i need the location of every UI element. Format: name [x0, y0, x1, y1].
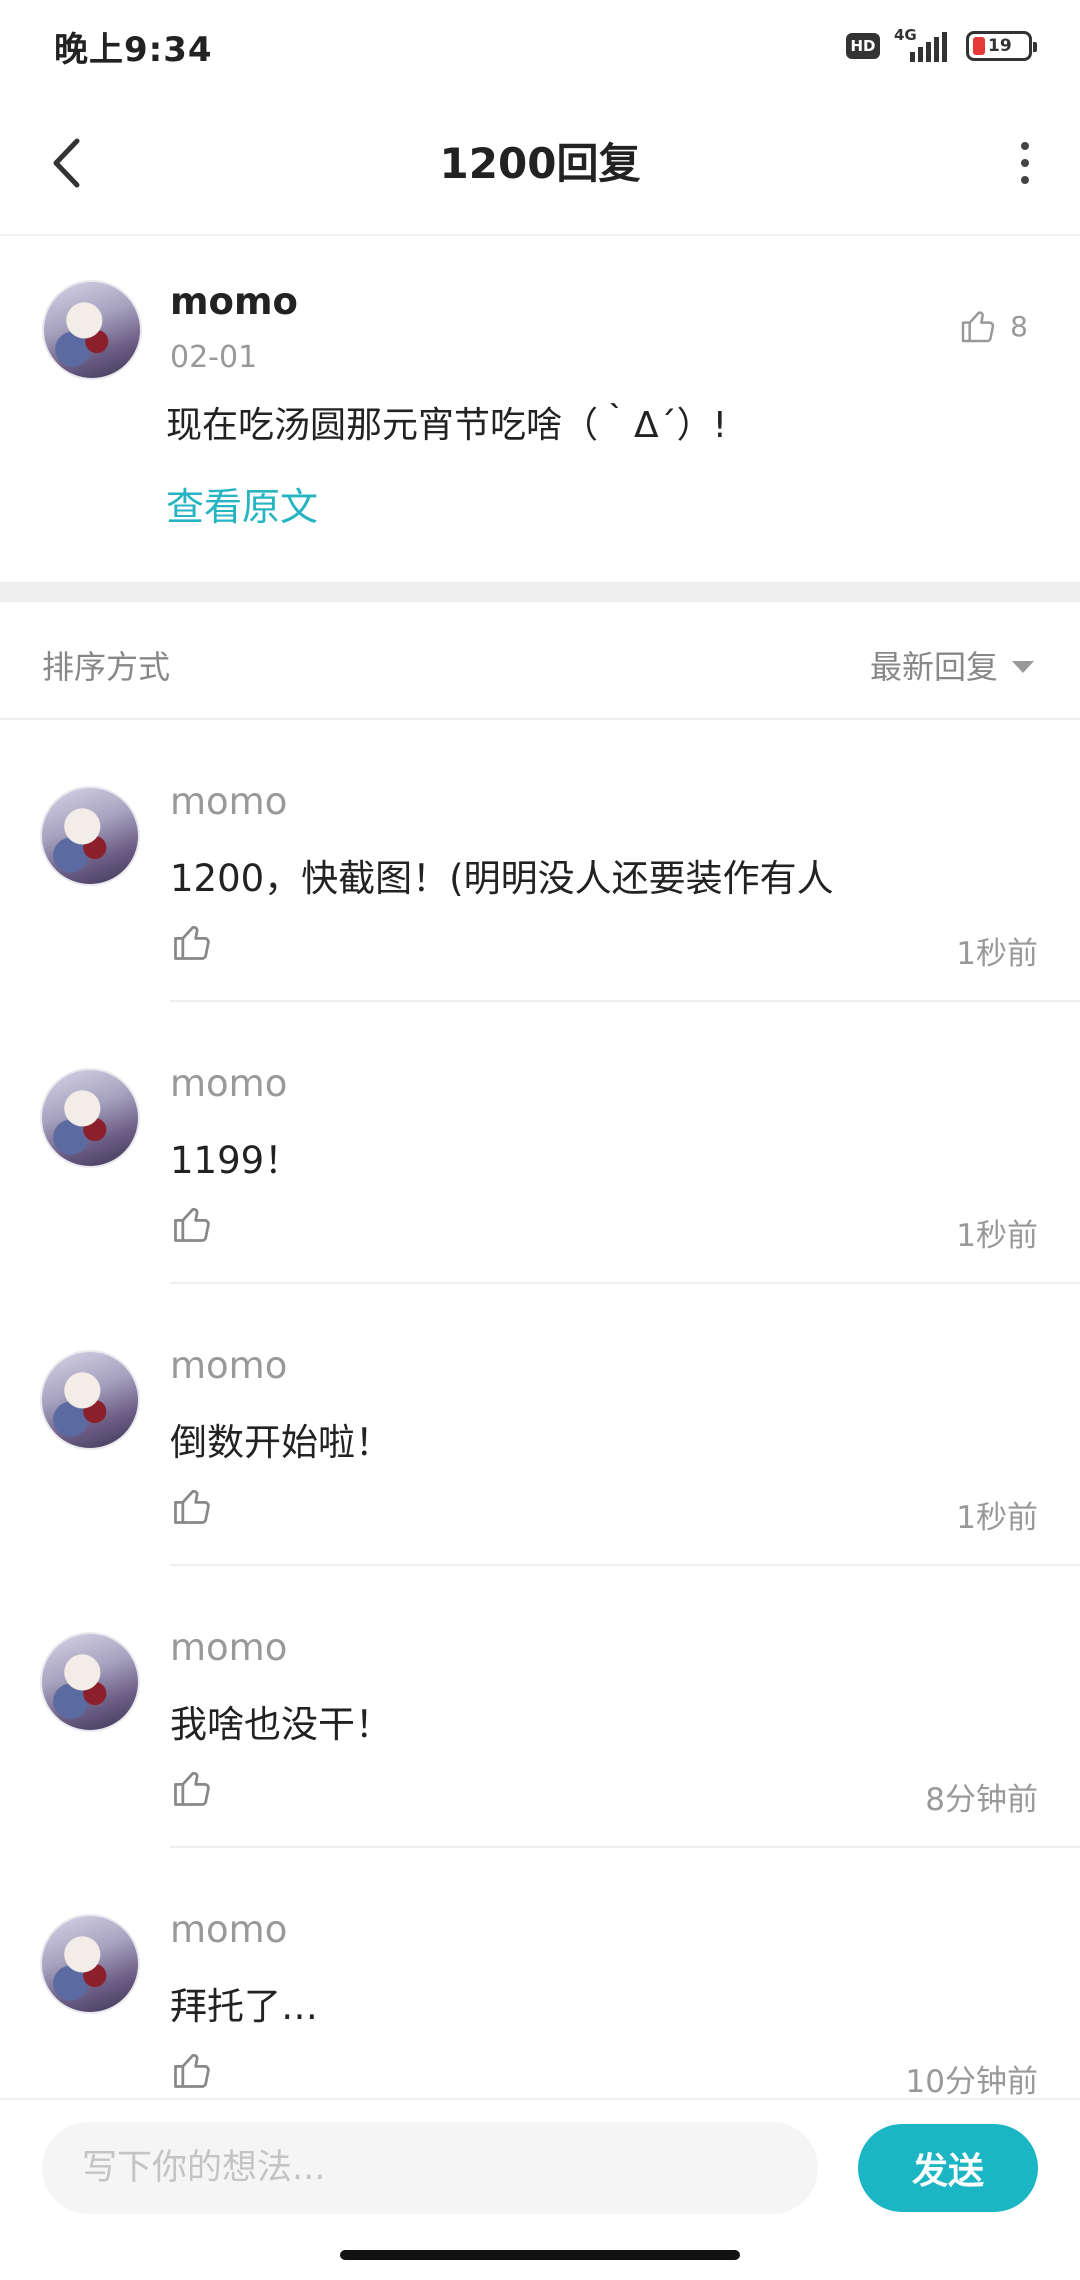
avatar[interactable] — [40, 1914, 140, 2014]
sort-dropdown[interactable]: 最新回复 — [870, 642, 1034, 688]
thumbs-up-icon — [174, 925, 210, 960]
status-time: 晚上9:34 — [54, 30, 213, 70]
more-dot-icon — [1021, 159, 1029, 167]
post-like-count: 8 — [1010, 309, 1028, 343]
send-button[interactable]: 发送 — [858, 2124, 1038, 2212]
more-dot-icon — [1021, 142, 1029, 150]
hd-icon: HD — [846, 33, 880, 59]
reply-like-button[interactable] — [170, 2048, 214, 2092]
reply-item: momo 我啥也没干！ 8分钟前 — [0, 1566, 1080, 1848]
reply-time: 1秒前 — [956, 936, 1038, 972]
post-username[interactable]: momo — [170, 280, 298, 323]
comment-composer: 发送 — [0, 2098, 1080, 2238]
original-post: momo 02-01 8 现在吃汤圆那元宵节吃啥（｀Δ´）! 查看原文 — [0, 236, 1080, 582]
reply-username[interactable]: momo — [170, 1344, 287, 1387]
avatar[interactable] — [40, 786, 140, 886]
sort-bar: 排序方式 最新回复 — [0, 602, 1080, 720]
avatar[interactable] — [40, 1068, 140, 1168]
status-icons: HD 4G 19 — [846, 26, 1037, 66]
post-content: 现在吃汤圆那元宵节吃啥（｀Δ´）! — [166, 405, 728, 446]
nav-bar: 1200回复 — [0, 90, 1080, 236]
reply-item: momo 倒数开始啦！ 1秒前 — [0, 1284, 1080, 1566]
reply-time: 8分钟前 — [925, 1782, 1038, 1818]
thumbs-up-icon — [174, 1771, 210, 1806]
reply-item: momo 拜托了… 10分钟前 — [0, 1848, 1080, 2098]
reply-time: 1秒前 — [956, 1500, 1038, 1536]
reply-text: 1200，快截图！(明明没人还要装作有人 — [170, 857, 834, 900]
reply-item: momo 1200，快截图！(明明没人还要装作有人 1秒前 — [0, 720, 1080, 1002]
thumbs-up-icon — [174, 1207, 210, 1242]
avatar[interactable] — [42, 280, 142, 380]
sort-label: 排序方式 — [42, 648, 171, 686]
thumbs-up-icon — [961, 311, 995, 343]
signal-icon: 4G — [894, 26, 952, 64]
section-divider — [0, 582, 1080, 602]
more-dot-icon — [1021, 176, 1029, 184]
sort-value: 最新回复 — [869, 648, 998, 686]
reply-username[interactable]: momo — [170, 780, 287, 823]
reply-text: 拜托了… — [170, 1985, 318, 2028]
more-options-button[interactable] — [1000, 128, 1050, 198]
signal-bars — [910, 32, 947, 62]
post-like-button[interactable]: 8 — [958, 306, 1028, 346]
reply-text: 我啥也没干！ — [170, 1703, 392, 1746]
thumbs-up-icon — [174, 1489, 210, 1524]
reply-time: 10分钟前 — [905, 2064, 1038, 2098]
comment-input[interactable] — [42, 2122, 818, 2214]
reply-like-button[interactable] — [170, 1766, 214, 1810]
home-indicator[interactable] — [340, 2250, 740, 2260]
post-date: 02-01 — [170, 340, 258, 375]
reply-like-button[interactable] — [170, 920, 214, 964]
reply-username[interactable]: momo — [170, 1626, 287, 1669]
reply-username[interactable]: momo — [170, 1062, 287, 1105]
caret-down-icon — [1012, 661, 1034, 673]
avatar[interactable] — [40, 1350, 140, 1450]
status-bar: 晚上9:34 HD 4G 19 — [0, 0, 1080, 90]
reply-like-button[interactable] — [170, 1484, 214, 1528]
reply-list[interactable]: momo 1200，快截图！(明明没人还要装作有人 1秒前 momo 1199！… — [0, 720, 1080, 2098]
thumbs-up-icon — [174, 2053, 210, 2088]
battery-percent: 19 — [988, 36, 1012, 56]
view-original-link[interactable]: 查看原文 — [166, 476, 318, 531]
reply-like-button[interactable] — [170, 1202, 214, 1246]
page-title: 1200回复 — [439, 139, 641, 188]
reply-text: 倒数开始啦！ — [170, 1421, 392, 1464]
battery-icon: 19 — [966, 31, 1037, 61]
reply-username[interactable]: momo — [170, 1908, 287, 1951]
reply-time: 1秒前 — [956, 1218, 1038, 1254]
reply-item: momo 1199！ 1秒前 — [0, 1002, 1080, 1284]
battery-level — [973, 37, 985, 55]
avatar[interactable] — [40, 1632, 140, 1732]
reply-text: 1199！ — [170, 1139, 302, 1182]
